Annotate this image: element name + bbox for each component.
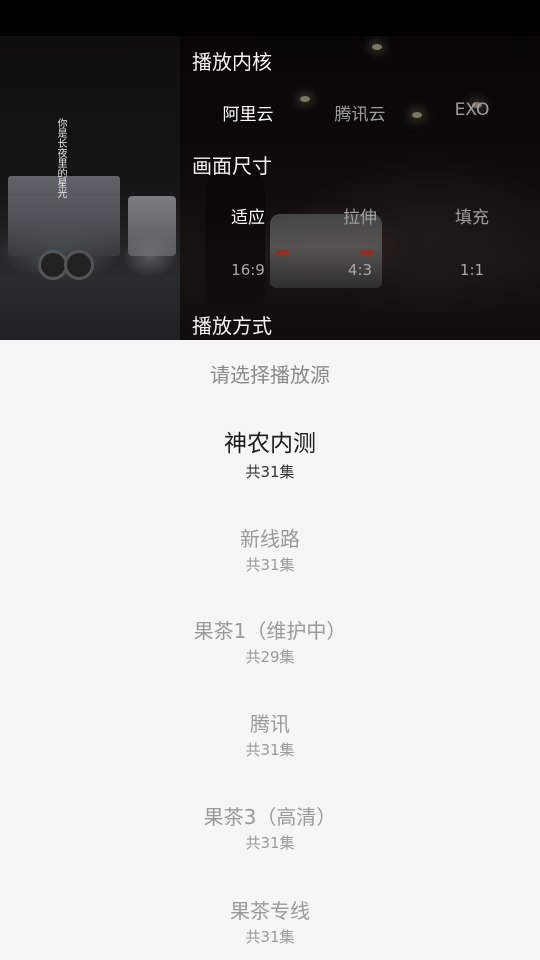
source-item-new-line[interactable]: 新线路 共31集	[0, 526, 540, 574]
kernel-section-title: 播放内核	[192, 50, 272, 74]
size-option-stretch[interactable]: 拉伸	[320, 203, 400, 228]
episode-count: 共31集	[245, 556, 295, 574]
source-name: 腾讯	[250, 712, 290, 736]
source-name: 果茶3（高清）	[203, 805, 337, 829]
episode-count: 共31集	[245, 928, 295, 946]
source-name: 果茶1（维护中）	[193, 619, 347, 643]
source-picker-sheet: 请选择播放源 神农内测 共31集 新线路 共31集 果茶1（维护中） 共29集 …	[0, 340, 540, 960]
source-item-shennong[interactable]: 神农内测 共31集	[0, 429, 540, 481]
ratio-option-4-3[interactable]: 4:3	[320, 261, 400, 279]
wheel-image	[64, 250, 94, 280]
source-item-guocha-1[interactable]: 果茶1（维护中） 共29集	[0, 618, 540, 666]
episode-count: 共31集	[245, 741, 295, 759]
source-item-tencent[interactable]: 腾讯 共31集	[0, 711, 540, 759]
truck-cab-image	[128, 196, 176, 256]
kernel-option-tencent[interactable]: 腾讯云	[320, 100, 400, 125]
size-section-title: 画面尺寸	[192, 154, 272, 178]
video-frame-left: 你是长夜里的星光	[0, 36, 180, 340]
source-item-guocha-express[interactable]: 果茶专线 共31集	[0, 898, 540, 946]
episode-count: 共29集	[245, 648, 295, 666]
episode-count: 共31集	[245, 834, 295, 852]
status-bar	[0, 0, 540, 36]
source-item-guocha-3[interactable]: 果茶3（高清） 共31集	[0, 804, 540, 852]
source-name: 果茶专线	[230, 899, 310, 923]
source-name: 神农内测	[224, 431, 316, 457]
kernel-option-aliyun[interactable]: 阿里云	[208, 100, 288, 125]
size-option-fill[interactable]: 填充	[432, 203, 512, 228]
ratio-option-1-1[interactable]: 1:1	[432, 261, 512, 279]
player-settings-panel	[180, 36, 540, 340]
source-picker-title: 请选择播放源	[210, 363, 330, 387]
ratio-option-16-9[interactable]: 16:9	[208, 261, 288, 279]
kernel-option-exo[interactable]: EXO	[432, 100, 512, 120]
episode-count: 共31集	[245, 463, 295, 481]
mode-section-title: 播放方式	[192, 314, 272, 338]
source-name: 新线路	[240, 527, 300, 551]
video-caption: 你是长夜里的星光	[55, 118, 66, 198]
size-option-fit[interactable]: 适应	[208, 203, 288, 228]
